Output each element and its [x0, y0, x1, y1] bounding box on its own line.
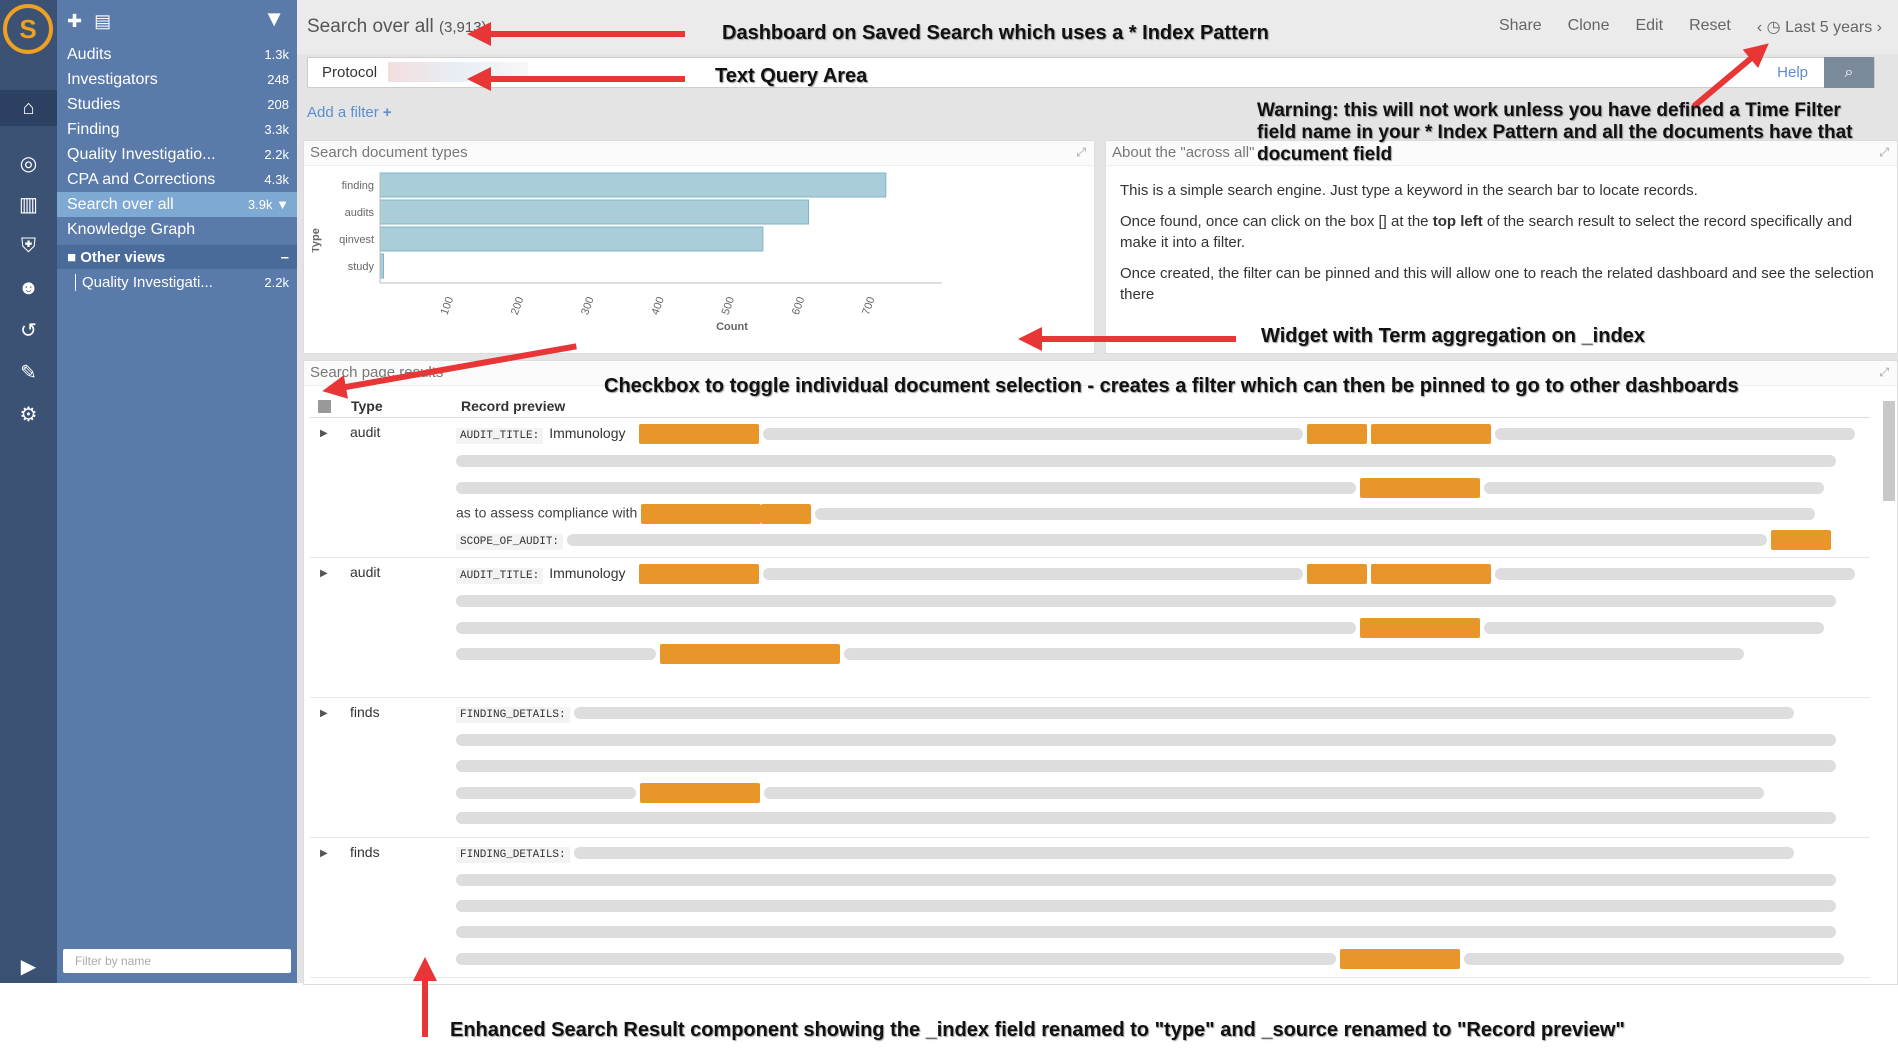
- table-row: ▶ finds FINDING_DETAILS:: [310, 698, 1870, 838]
- tick-label: 300: [579, 295, 597, 316]
- expand-icon[interactable]: ⤢: [1076, 145, 1086, 160]
- annotation-dashboard: Dashboard on Saved Search which uses a *…: [722, 22, 1269, 44]
- panel-title: Search document types: [304, 141, 1094, 166]
- gear-icon[interactable]: ⚙: [0, 396, 57, 432]
- sidebar-group-other-views[interactable]: ■ Other views –: [57, 245, 297, 269]
- annotation-results: Enhanced Search Result component showing…: [450, 1019, 1625, 1041]
- shield-icon[interactable]: ⛨: [0, 228, 57, 264]
- tick-label: 500: [720, 295, 738, 316]
- panel-about: About the "across all" ⤢ This is a simpl…: [1105, 140, 1898, 354]
- sidebar-item-search-over-all[interactable]: Search over all 3.9k ▼: [57, 192, 297, 217]
- collapse-icon[interactable]: –: [281, 249, 289, 266]
- dashboard-sidebar: ✚ ▤ ▼ Audits 1.3k Investigators 248 Studie…: [57, 0, 297, 983]
- app-logo-icon[interactable]: S: [3, 4, 53, 54]
- users-icon[interactable]: ☻: [0, 270, 57, 306]
- search-button[interactable]: ⌕: [1824, 57, 1874, 88]
- sidebar-item-audits[interactable]: Audits 1.3k: [57, 42, 297, 67]
- search-input[interactable]: Protocol: [322, 64, 377, 81]
- tick-label: 200: [509, 295, 527, 316]
- about-text: This is a simple search engine. Just typ…: [1120, 182, 1874, 303]
- tick-label: 700: [860, 295, 878, 316]
- top-actions: Share Clone Edit Reset ‹ ◷ Last 5 years …: [1499, 17, 1882, 37]
- home-icon[interactable]: ⌂: [0, 90, 57, 126]
- sidebar-subitem-quality[interactable]: Quality Investigati... 2.2k: [57, 269, 297, 295]
- scrollbar[interactable]: [1883, 401, 1895, 501]
- filter-by-name-input[interactable]: Filter by name: [63, 949, 291, 973]
- folder-icon: ■: [67, 248, 77, 266]
- expand-icon[interactable]: ⤢: [1879, 145, 1889, 160]
- chevron-right-icon[interactable]: ›: [1877, 19, 1882, 36]
- clock-icon: ◷: [1766, 19, 1781, 36]
- record-preview: AUDIT_TITLE: Immunology as to assess comp…: [456, 424, 1856, 550]
- panel-document-types: Search document types ⤢ finding audits qin…: [303, 140, 1095, 354]
- expand-icon[interactable]: ⤢: [1879, 365, 1889, 380]
- expand-row-icon[interactable]: ▶: [320, 428, 328, 439]
- chart-icon[interactable]: ▥: [0, 186, 57, 222]
- sidebar-item-quality[interactable]: Quality Investigatio... 2.2k: [57, 142, 297, 167]
- category-label: study: [348, 261, 375, 273]
- expand-row-icon[interactable]: ▶: [320, 848, 328, 859]
- doc-types-chart: finding audits qinvest study 100 200 300 400 50…: [312, 172, 942, 333]
- sidebar-item-cpa[interactable]: CPA and Corrections 4.3k: [57, 167, 297, 192]
- tick-label: 400: [649, 295, 667, 316]
- expand-row-icon[interactable]: ▶: [320, 708, 328, 719]
- edit-button[interactable]: Edit: [1635, 17, 1663, 37]
- import-icon[interactable]: ▤: [94, 11, 111, 32]
- y-axis-label: Type: [312, 228, 322, 253]
- annotation-query: Text Query Area: [715, 65, 868, 87]
- annotation-widget: Widget with Term aggregation on _index: [1261, 325, 1645, 347]
- compass-icon[interactable]: ◎: [0, 145, 57, 181]
- chevron-left-icon[interactable]: ‹: [1757, 19, 1762, 36]
- record-preview: FINDING_DETAILS:: [456, 704, 1856, 827]
- tick-label: 100: [439, 295, 457, 316]
- sidebar-item-finding[interactable]: Finding 3.3k: [57, 117, 297, 142]
- clone-button[interactable]: Clone: [1568, 17, 1610, 37]
- annotation-checkbox: Checkbox to toggle individual document s…: [604, 375, 1739, 397]
- panel-search-results: Search page results ⤢ Type Record previe…: [303, 360, 1898, 985]
- results-table: Type Record preview ▶ audit AUDIT_TITLE:…: [310, 395, 1870, 978]
- annotation-arrow: [467, 22, 685, 46]
- plus-icon: +: [382, 104, 392, 121]
- table-header: Type Record preview: [310, 395, 1870, 418]
- reset-button[interactable]: Reset: [1689, 17, 1731, 37]
- sidebar-toolbar: ✚ ▤ ▼: [57, 0, 297, 42]
- table-row: ▶ finds FINDING_DETAILS:: [310, 838, 1870, 978]
- time-picker[interactable]: ‹ ◷ Last 5 years ›: [1757, 17, 1882, 37]
- category-label: qinvest: [339, 234, 374, 246]
- sidebar-item-knowledge-graph[interactable]: Knowledge Graph: [57, 217, 297, 242]
- annotation-arrow: [1018, 327, 1236, 351]
- annotation-warning: Warning: this will not work unless you h…: [1257, 100, 1853, 165]
- table-row: ▶ audit AUDIT_TITLE: Immunology as to ass…: [310, 418, 1870, 558]
- record-preview: FINDING_DETAILS:: [456, 844, 1856, 969]
- sidebar-item-investigators[interactable]: Investigators 248: [57, 67, 297, 92]
- record-preview: AUDIT_TITLE: Immunology: [456, 564, 1856, 664]
- page-title: Search over all (3,913): [307, 16, 487, 37]
- sidebar-item-studies[interactable]: Studies 208: [57, 92, 297, 117]
- tick-label: 600: [790, 295, 808, 316]
- help-link[interactable]: Help: [1777, 64, 1808, 81]
- category-label: finding: [342, 180, 374, 192]
- annotation-arrow: [467, 67, 685, 91]
- history-icon[interactable]: ↺: [0, 312, 57, 348]
- bars-group: finding audits qinvest study: [339, 172, 887, 279]
- filter-icon: ▼: [276, 197, 289, 212]
- query-bar: Protocol Help ⌕: [307, 57, 1875, 88]
- add-filter-link[interactable]: Add a filter +: [307, 104, 392, 121]
- x-axis-label: Count: [716, 321, 748, 333]
- play-icon[interactable]: ▶: [0, 948, 57, 984]
- bar-study[interactable]: [379, 253, 385, 279]
- wrench-icon[interactable]: ✎: [0, 354, 57, 390]
- category-label: audits: [345, 207, 375, 219]
- bar-finding[interactable]: [379, 172, 887, 198]
- funnel-icon[interactable]: ▼: [263, 6, 285, 32]
- bar-audits[interactable]: [379, 199, 810, 225]
- icon-rail: S ⌂ ◎ ▥ ⛨ ☻ ↺ ✎ ⚙ ▶: [0, 0, 57, 983]
- share-button[interactable]: Share: [1499, 17, 1542, 37]
- annotation-arrow: [413, 957, 437, 1037]
- table-row: ▶ audit AUDIT_TITLE: Immunology: [310, 558, 1870, 698]
- expand-row-icon[interactable]: ▶: [320, 568, 328, 579]
- bar-qinvest[interactable]: [379, 226, 764, 252]
- search-icon: ⌕: [1844, 64, 1854, 81]
- add-dashboard-icon[interactable]: ✚: [67, 11, 82, 32]
